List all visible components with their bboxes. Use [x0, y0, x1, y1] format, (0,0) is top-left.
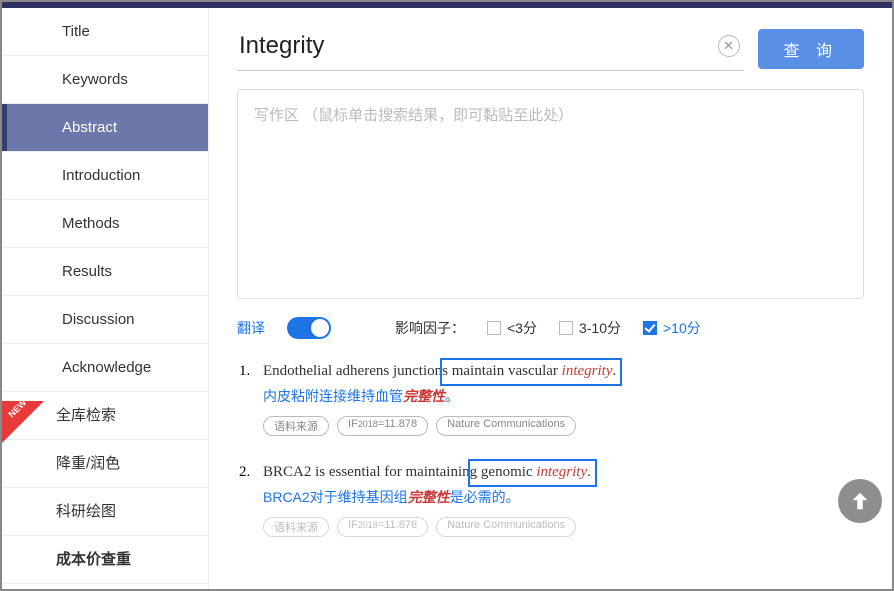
sidebar: Title Keywords Abstract Introduction Met…: [2, 8, 209, 589]
result-item[interactable]: 2. BRCA2 is essential for maintaining ge…: [237, 464, 864, 537]
result-tags: 语料来源 IF2018=11.878 Nature Communications: [263, 517, 864, 537]
sidebar-item-rewrite[interactable]: 降重/润色: [2, 440, 208, 488]
filter-gt10[interactable]: >10分: [643, 318, 701, 338]
search-input[interactable]: Integrity ✕: [237, 26, 744, 71]
sidebar-item-acknowledge[interactable]: Acknowledge: [2, 344, 208, 392]
results-list: 1. Endothelial adherens junctions mainta…: [237, 363, 864, 537]
clear-icon[interactable]: ✕: [718, 35, 740, 57]
query-button[interactable]: 查 询: [758, 29, 864, 69]
tag-journal[interactable]: Nature Communications: [436, 416, 576, 436]
sidebar-item-abstract[interactable]: Abstract: [2, 104, 208, 152]
filter-row: 翻译 影响因子： <3分 3-10分 >10分: [237, 317, 864, 339]
translate-label: 翻译: [237, 318, 265, 338]
sidebar-item-title[interactable]: Title: [2, 8, 208, 56]
result-translation: 内皮粘附连接维持血管完整性。: [263, 386, 864, 406]
write-area[interactable]: 写作区 （鼠标单击搜索结果，即可黏贴至此处）: [237, 89, 864, 299]
tag-if[interactable]: IF2018=11.878: [337, 517, 428, 537]
translate-toggle[interactable]: [287, 317, 331, 339]
sidebar-item-methods[interactable]: Methods: [2, 200, 208, 248]
filter-lt3[interactable]: <3分: [487, 318, 537, 338]
main-panel: Integrity ✕ 查 询 写作区 （鼠标单击搜索结果，即可黏贴至此处） 翻…: [209, 8, 892, 589]
sidebar-item-plagiarism[interactable]: 成本价查重: [2, 536, 208, 584]
result-number: 2.: [239, 464, 250, 481]
search-value: Integrity: [239, 32, 718, 60]
sidebar-item-introduction[interactable]: Introduction: [2, 152, 208, 200]
result-number: 1.: [239, 363, 250, 380]
tag-journal[interactable]: Nature Communications: [436, 517, 576, 537]
result-sentence: Endothelial adherens junctions maintain …: [263, 363, 864, 380]
tag-source[interactable]: 语料来源: [263, 517, 329, 537]
arrow-up-icon: [849, 490, 871, 512]
result-translation: BRCA2对于维持基因组完整性是必需的。: [263, 487, 864, 507]
result-item[interactable]: 1. Endothelial adherens junctions mainta…: [237, 363, 864, 436]
sidebar-item-discussion[interactable]: Discussion: [2, 296, 208, 344]
sidebar-item-keywords[interactable]: Keywords: [2, 56, 208, 104]
scroll-top-button[interactable]: [838, 479, 882, 523]
impact-factor-label: 影响因子：: [395, 318, 465, 338]
result-tags: 语料来源 IF2018=11.878 Nature Communications: [263, 416, 864, 436]
sidebar-item-results[interactable]: Results: [2, 248, 208, 296]
sidebar-item-plotting[interactable]: 科研绘图: [2, 488, 208, 536]
tag-if[interactable]: IF2018=11.878: [337, 416, 428, 436]
filter-3to10[interactable]: 3-10分: [559, 318, 621, 338]
tag-source[interactable]: 语料来源: [263, 416, 329, 436]
result-sentence: BRCA2 is essential for maintaining genom…: [263, 464, 864, 481]
